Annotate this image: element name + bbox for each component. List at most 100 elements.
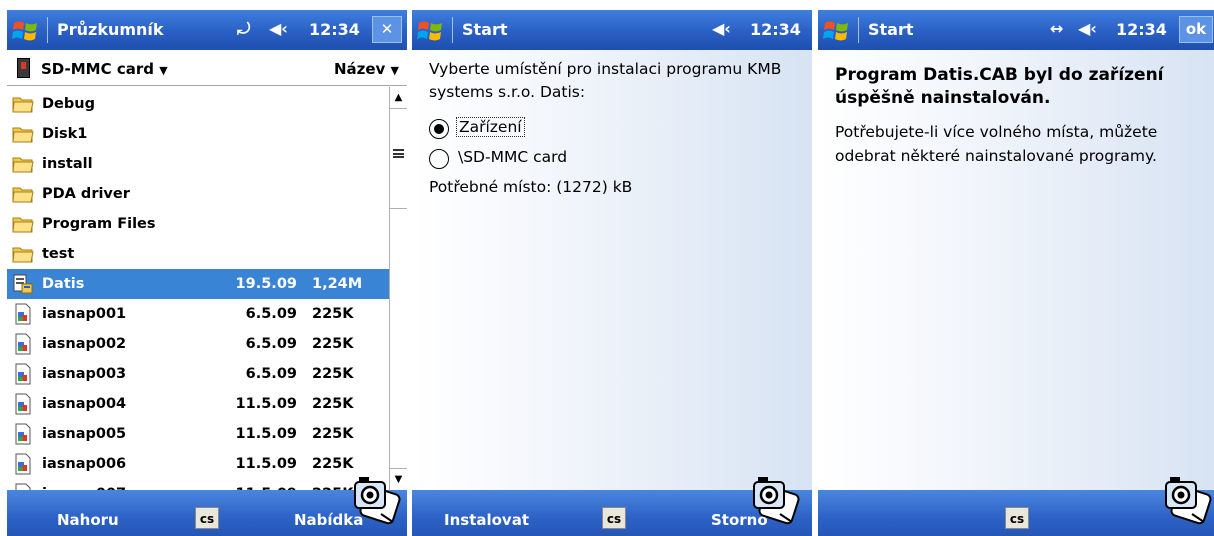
app-title: Start xyxy=(462,20,508,39)
option-sd-card-label: \SD-MMC card xyxy=(458,148,568,166)
file-row[interactable]: install xyxy=(7,149,389,179)
file-row[interactable]: Debug xyxy=(7,89,389,119)
clock[interactable]: 12:34 xyxy=(1116,20,1167,39)
file-row[interactable]: iasnap005 11.5.09 225K xyxy=(7,419,389,449)
image-file-icon xyxy=(12,483,34,490)
file-row[interactable]: iasnap003 6.5.09 225K xyxy=(7,359,389,389)
storage-card-icon xyxy=(17,58,30,78)
file-name: Program Files xyxy=(42,216,156,232)
file-name: Disk1 xyxy=(42,126,88,142)
image-file-icon xyxy=(12,423,34,445)
title-separator xyxy=(452,17,453,43)
folder-icon xyxy=(12,243,34,265)
folder-icon xyxy=(12,93,34,115)
input-method-button[interactable]: cs xyxy=(195,507,219,529)
image-file-icon xyxy=(12,453,34,475)
radio-device[interactable] xyxy=(429,119,449,139)
image-file-icon xyxy=(12,333,34,355)
title-bar: Průzkumník ⤾ ◀‹ 12:34 ✕ xyxy=(7,10,407,50)
windows-start-icon[interactable] xyxy=(416,15,446,45)
camera-robot-icon xyxy=(1165,477,1212,525)
explorer-toolbar: SD-MMC card ▼ Název ▼ xyxy=(7,50,407,86)
file-size: 225K xyxy=(312,396,354,412)
file-size: 225K xyxy=(312,456,354,472)
clock[interactable]: 12:34 xyxy=(309,20,360,39)
file-name: iasnap003 xyxy=(42,366,127,382)
clock[interactable]: 12:34 xyxy=(750,20,801,39)
ok-button[interactable]: ok xyxy=(1179,16,1213,43)
windows-start-icon[interactable] xyxy=(822,15,852,45)
file-date: 11.5.09 xyxy=(235,396,297,412)
cab-file-icon xyxy=(12,273,34,295)
radio-sd-card[interactable] xyxy=(429,149,449,169)
connectivity-icon[interactable]: ↔ xyxy=(1050,19,1063,38)
app-title: Start xyxy=(868,20,914,39)
explorer-screen: Průzkumník ⤾ ◀‹ 12:34 ✕ SD-MMC card ▼ Ná… xyxy=(7,0,407,536)
speaker-icon[interactable]: ◀‹ xyxy=(269,19,288,38)
softkey-left-up[interactable]: Nahoru xyxy=(57,511,119,529)
content-area xyxy=(818,50,1214,490)
file-date: 6.5.09 xyxy=(245,336,297,352)
file-size: 225K xyxy=(312,306,354,322)
scroll-up-icon[interactable]: ▲ xyxy=(390,87,407,109)
file-row[interactable]: Program Files xyxy=(7,209,389,239)
speaker-icon[interactable]: ◀‹ xyxy=(712,19,731,38)
softkey-bar: Nahoru cs Nabídka xyxy=(7,490,407,536)
title-bar: Start ◀‹ 12:34 xyxy=(412,10,812,50)
option-device-label: Zařízení xyxy=(456,117,525,137)
file-name: install xyxy=(42,156,93,172)
file-row[interactable]: PDA driver xyxy=(7,179,389,209)
file-row[interactable]: Disk1 xyxy=(7,119,389,149)
file-row[interactable]: test xyxy=(7,239,389,269)
camera-robot-icon xyxy=(753,477,800,525)
file-name: iasnap006 xyxy=(42,456,127,472)
close-button[interactable]: ✕ xyxy=(372,16,402,43)
file-name: test xyxy=(42,246,75,262)
chevron-down-icon: ▼ xyxy=(159,64,168,77)
sort-label: Název xyxy=(333,60,386,78)
file-row[interactable]: iasnap006 11.5.09 225K xyxy=(7,449,389,479)
vertical-scrollbar[interactable]: ▲ ▼ xyxy=(389,87,407,490)
file-name: iasnap002 xyxy=(42,336,127,352)
speaker-icon[interactable]: ◀‹ xyxy=(1078,19,1097,38)
file-row[interactable]: iasnap002 6.5.09 225K xyxy=(7,329,389,359)
install-location-screen: Start ◀‹ 12:34 Vyberte umístění pro inst… xyxy=(412,0,812,536)
success-heading: Program Datis.CAB byl do zařízení úspěšn… xyxy=(835,65,1164,108)
windows-start-icon[interactable] xyxy=(11,15,41,45)
content-area xyxy=(412,50,812,490)
file-row[interactable]: iasnap00711.5.09225K xyxy=(7,479,389,490)
file-name: Datis xyxy=(42,276,85,292)
softkey-bar: cs xyxy=(818,490,1214,536)
folder-icon xyxy=(12,123,34,145)
folder-icon xyxy=(12,153,34,175)
success-message: Potřebujete-li více volného místa, můžet… xyxy=(835,123,1158,165)
location-dropdown[interactable]: SD-MMC card ▼ xyxy=(41,60,168,78)
file-size: 225K xyxy=(312,426,354,442)
file-date: 19.5.09 xyxy=(235,276,297,292)
title-separator xyxy=(47,17,48,43)
folder-icon xyxy=(12,183,34,205)
input-method-button[interactable]: cs xyxy=(602,507,626,529)
required-space: Potřebné místo: (1272) kB xyxy=(429,178,633,196)
input-method-button[interactable]: cs xyxy=(1005,507,1029,529)
install-complete-screen: Start ↔ ◀‹ 12:34 ok Program Datis.CAB by… xyxy=(818,0,1214,536)
image-file-icon xyxy=(12,363,34,385)
file-name: iasnap004 xyxy=(42,396,127,412)
file-size: 1,24M xyxy=(312,276,363,292)
file-name: Debug xyxy=(42,96,95,112)
install-prompt: Vyberte umístění pro instalaci programu … xyxy=(429,60,782,101)
file-row[interactable]: iasnap001 6.5.09 225K xyxy=(7,299,389,329)
location-label: SD-MMC card xyxy=(41,60,154,78)
folder-icon xyxy=(12,213,34,235)
scroll-thumb[interactable] xyxy=(390,109,407,209)
install-button[interactable]: Instalovat xyxy=(444,511,529,529)
sort-dropdown[interactable]: Název ▼ xyxy=(334,60,399,78)
file-list: Debug Disk1 install PDA driver Program Files… xyxy=(7,87,389,490)
chevron-down-icon: ▼ xyxy=(390,64,399,77)
file-date: 6.5.09 xyxy=(245,306,297,322)
file-row[interactable]: Datis 19.5.09 1,24M xyxy=(7,269,389,299)
camera-robot-icon xyxy=(354,477,401,525)
app-title: Průzkumník xyxy=(57,20,164,39)
file-row[interactable]: iasnap004 11.5.09 225K xyxy=(7,389,389,419)
image-file-icon xyxy=(12,393,34,415)
